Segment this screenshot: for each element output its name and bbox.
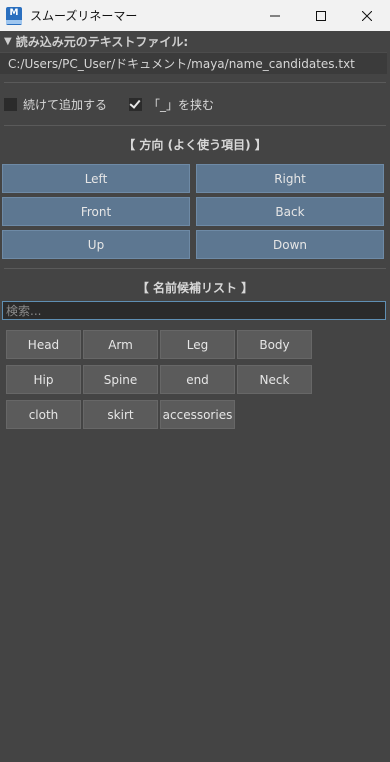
candidate-button[interactable]: cloth [6,400,81,429]
candidate-button[interactable]: skirt [83,400,158,429]
options-row: 続けて追加する 「_」を挟む [4,96,236,112]
candidate-button[interactable]: Body [237,330,312,359]
directions-title: 【 方向 (よく使う項目) 】 [123,138,267,152]
maximize-icon [316,10,326,21]
candidate-button[interactable]: Head [6,330,81,359]
app-icon: M [6,6,22,25]
candidates-title: 【 名前候補リスト 】 [136,281,254,295]
close-button[interactable] [344,0,390,31]
candidate-button[interactable]: Neck [237,365,312,394]
direction-button-down[interactable]: Down [196,230,384,259]
maximize-button[interactable] [298,0,344,31]
collapse-triangle-icon: ▼ [4,35,12,47]
append-checkbox-label: 続けて追加する [23,97,108,112]
source-file-header-label: 読み込み元のテキストファイル: [15,34,189,49]
candidate-button[interactable]: Spine [83,365,158,394]
close-icon [362,10,372,21]
wrap-underscore-checkbox-label: 「_」を挟む [148,97,215,112]
window-title: スムーズリネーマー [30,9,138,23]
direction-button-up[interactable]: Up [2,230,190,259]
candidate-button[interactable]: Arm [83,330,158,359]
divider [4,125,386,126]
candidate-button[interactable]: accessories [160,400,235,429]
direction-button-back[interactable]: Back [196,197,384,226]
minimize-icon [270,15,280,16]
direction-button-left[interactable]: Left [2,164,190,193]
source-file-header[interactable]: ▼ 読み込み元のテキストファイル: [0,31,390,51]
source-file-path[interactable]: C:/Users/PC_User/ドキュメント/maya/name_candid… [0,52,387,74]
direction-button-front[interactable]: Front [2,197,190,226]
divider [4,82,386,83]
candidate-button[interactable]: end [160,365,235,394]
app-icon-letter: M [9,7,19,18]
wrap-underscore-checkbox[interactable] [129,97,143,111]
candidate-button[interactable]: Leg [160,330,235,359]
append-checkbox[interactable] [4,97,17,111]
minimize-button[interactable] [252,0,298,31]
divider [4,268,386,269]
search-input[interactable] [2,301,386,320]
candidate-button[interactable]: Hip [6,365,81,394]
direction-button-right[interactable]: Right [196,164,384,193]
title-bar: M スムーズリネーマー [0,0,390,31]
